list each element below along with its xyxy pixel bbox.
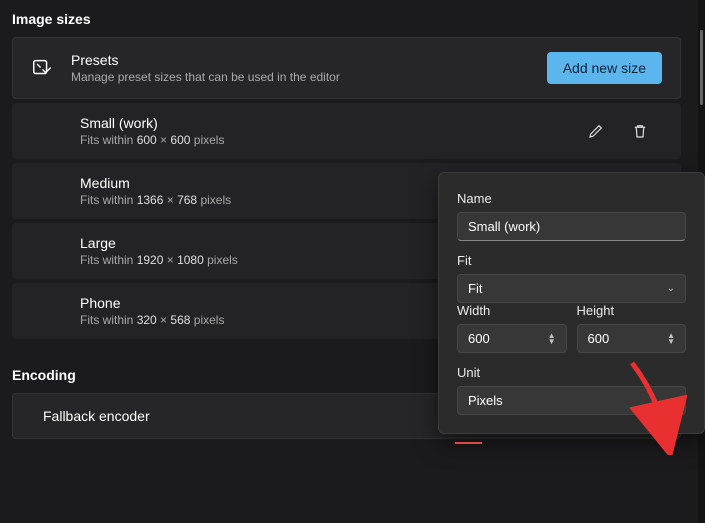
height-input[interactable]: 600 ▲▼ [577, 324, 687, 353]
size-name: Small (work) [80, 115, 587, 131]
spinner-icon: ▲▼ [548, 333, 556, 344]
spinner-icon: ▲▼ [667, 333, 675, 344]
delete-icon[interactable] [631, 122, 649, 140]
width-value: 600 [468, 331, 490, 346]
name-input[interactable] [457, 212, 686, 241]
presets-title: Presets [71, 52, 529, 68]
unit-select[interactable]: Pixels ⌄ [457, 386, 686, 415]
add-new-size-button[interactable]: Add new size [547, 52, 662, 84]
height-value: 600 [588, 331, 610, 346]
chevron-down-icon: ⌄ [667, 395, 675, 406]
size-desc: Fits within 600 × 600 pixels [80, 133, 587, 147]
width-label: Width [457, 303, 567, 318]
edit-size-flyout: Name Fit Fit ⌄ Width 600 ▲▼ Height 600 ▲… [438, 172, 705, 434]
presets-icon [31, 57, 53, 79]
annotation-underline [455, 442, 482, 444]
unit-value: Pixels [468, 393, 503, 408]
scrollbar-thumb[interactable] [700, 30, 703, 105]
presets-header-card: Presets Manage preset sizes that can be … [12, 37, 681, 99]
section-title-image-sizes: Image sizes [12, 11, 681, 27]
size-row-small[interactable]: Small (work) Fits within 600 × 600 pixel… [12, 103, 681, 159]
edit-icon[interactable] [587, 122, 605, 140]
fit-value: Fit [468, 281, 482, 296]
name-label: Name [457, 191, 686, 206]
width-input[interactable]: 600 ▲▼ [457, 324, 567, 353]
unit-label: Unit [457, 365, 686, 380]
fit-select[interactable]: Fit ⌄ [457, 274, 686, 303]
fit-label: Fit [457, 253, 686, 268]
presets-subtitle: Manage preset sizes that can be used in … [71, 70, 529, 84]
height-label: Height [577, 303, 687, 318]
chevron-down-icon: ⌄ [667, 283, 675, 294]
